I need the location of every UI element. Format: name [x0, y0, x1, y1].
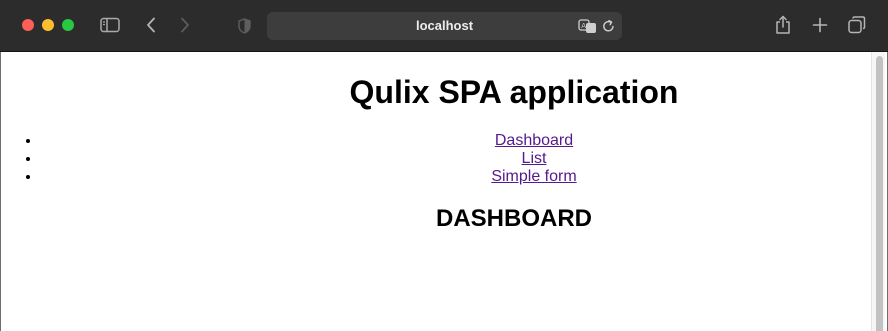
list-item: List — [41, 150, 887, 168]
forward-icon[interactable] — [177, 16, 193, 34]
svg-text:A: A — [581, 22, 586, 30]
page-title: Qulix SPA application — [349, 74, 679, 110]
address-text: localhost — [415, 18, 474, 33]
translate-icon[interactable]: A — [578, 17, 598, 35]
nav-list: Dashboard List Simple form — [1, 132, 887, 186]
reload-icon[interactable] — [601, 18, 615, 34]
close-window-button[interactable] — [22, 19, 34, 31]
share-icon[interactable] — [774, 14, 792, 36]
dashboard-link[interactable]: Dashboard — [495, 132, 573, 149]
zoom-window-button[interactable] — [62, 19, 74, 31]
tab-overview-icon[interactable] — [847, 15, 867, 35]
minimize-window-button[interactable] — [42, 19, 54, 31]
list-link[interactable]: List — [522, 150, 547, 167]
page-viewport: Qulix SPA application Dashboard List Sim… — [1, 52, 887, 331]
shield-icon[interactable] — [236, 17, 252, 35]
new-tab-icon[interactable] — [811, 16, 829, 34]
address-bar[interactable]: localhost A — [267, 12, 622, 40]
sidebar-icon[interactable] — [99, 16, 121, 34]
list-item: Simple form — [41, 168, 887, 186]
vertical-scrollbar[interactable] — [871, 52, 885, 331]
simple-form-link[interactable]: Simple form — [491, 168, 576, 185]
back-icon[interactable] — [143, 16, 159, 34]
section-title: DASHBOARD — [436, 205, 592, 232]
scrollbar-thumb[interactable] — [876, 56, 883, 331]
browser-toolbar: localhost A — [0, 0, 888, 52]
list-item: Dashboard — [41, 132, 887, 150]
